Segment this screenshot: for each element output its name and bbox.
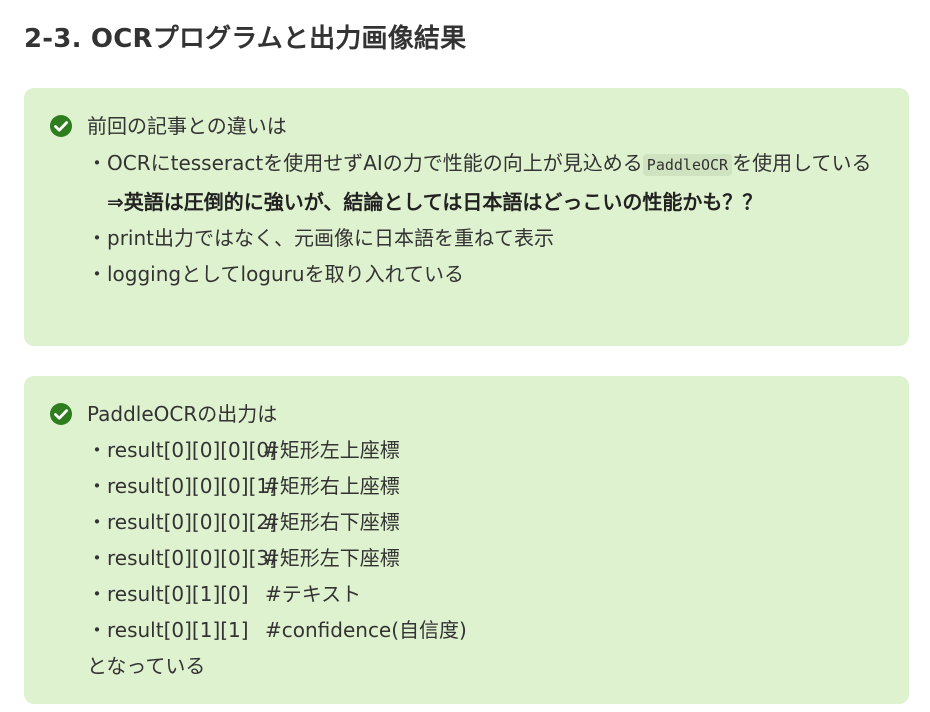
list-item-text: ・OCRにtesseractを使用せずAIの力で性能の向上が見込める: [87, 151, 643, 175]
section-heading: 2-3. OCRプログラムと出力画像結果: [24, 24, 467, 54]
list-item: ・result[0][1][0] #テキスト: [87, 576, 891, 612]
box-footer: となっている: [87, 654, 206, 678]
result-key: ・result[0][0][0][0]: [87, 438, 277, 462]
inline-code: PaddleOCR: [642, 154, 733, 176]
box-content: 前回の記事との違いは ・OCRにtesseractを使用せずAIの力で性能の向上…: [87, 108, 891, 292]
list-item: ・print出力ではなく、元画像に日本語を重ねて表示: [87, 226, 554, 250]
result-comment: #confidence(自信度): [265, 618, 467, 642]
result-key: ・result[0][1][1]: [87, 618, 249, 642]
list-item: ・loggingとしてloguruを取り入れている: [87, 262, 464, 286]
result-comment: #矩形左上座標: [263, 438, 400, 462]
list-item: ・result[0][0][0][1]#矩形右上座標: [87, 468, 891, 504]
result-key: ・result[0][1][0]: [87, 582, 249, 606]
article-section: 2-3. OCRプログラムと出力画像結果 前回の記事との違いは ・OCRにtes…: [0, 0, 930, 712]
result-key: ・result[0][0][0][1]: [87, 474, 277, 498]
box-title: PaddleOCRの出力は: [87, 402, 278, 426]
result-comment: #矩形右上座標: [263, 474, 400, 498]
result-comment: #矩形左下座標: [263, 546, 400, 570]
info-box-differences: 前回の記事との違いは ・OCRにtesseractを使用せずAIの力で性能の向上…: [24, 88, 909, 346]
list-item: ・result[0][1][1] #confidence(自信度): [87, 612, 891, 648]
box-title: 前回の記事との違いは: [87, 114, 287, 138]
list-item: ・result[0][0][0][3]#矩形左下座標: [87, 540, 891, 576]
check-circle-icon: [50, 403, 72, 425]
list-item: ・result[0][0][0][0]#矩形左上座標: [87, 432, 891, 468]
result-key: ・result[0][0][0][2]: [87, 510, 277, 534]
conclusion-text: ⇒英語は圧倒的に強いが、結論としては日本語はどっこいの性能かも？？: [107, 190, 763, 214]
box-content: PaddleOCRの出力は ・result[0][0][0][0]#矩形左上座標…: [87, 396, 891, 684]
result-comment: #矩形右下座標: [263, 510, 400, 534]
list-item: ・result[0][0][0][2]#矩形右下座標: [87, 504, 891, 540]
info-box-output: PaddleOCRの出力は ・result[0][0][0][0]#矩形左上座標…: [24, 376, 909, 704]
check-circle-icon: [50, 115, 72, 137]
list-item-text: を使用している: [732, 151, 872, 175]
result-comment: #テキスト: [265, 582, 362, 606]
list-item: ・OCRにtesseractを使用せずAIの力で性能の向上が見込める Paddle…: [87, 144, 891, 184]
result-key: ・result[0][0][0][3]: [87, 546, 277, 570]
